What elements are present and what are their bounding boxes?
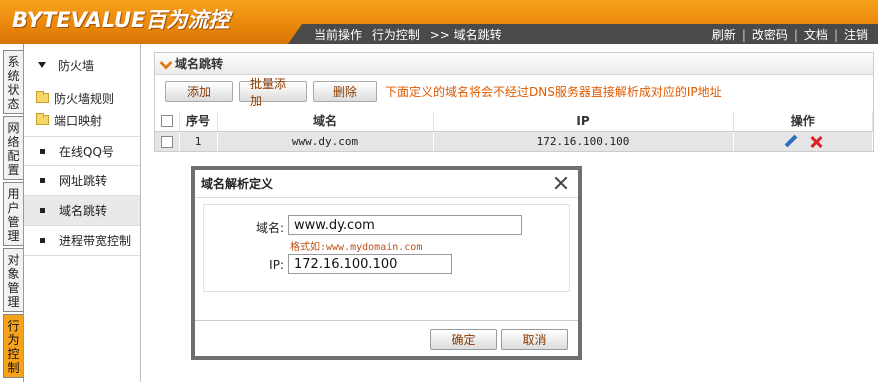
sidebar-item-label: 网址跳转 <box>59 174 108 188</box>
batch-add-button[interactable]: 批量添加 <box>239 77 307 108</box>
vtab-network-config[interactable]: 网络配置 <box>3 116 23 180</box>
vtab-object-management[interactable]: 对象管理 <box>3 248 23 312</box>
sidebar-item-domain-redirect[interactable]: 域名跳转 <box>24 196 140 226</box>
delete-button[interactable]: 删除 <box>313 81 377 102</box>
col-ip: IP <box>433 111 734 132</box>
hint-text: 下面定义的域名将会不经过DNS服务器直接解析成对应的IP地址 <box>385 85 722 99</box>
separator: | <box>833 28 838 42</box>
cell-ip: 172.16.100.100 <box>433 131 734 151</box>
change-password-link[interactable]: 改密码 <box>752 28 788 42</box>
add-button[interactable]: 添加 <box>165 81 233 102</box>
chevron-down-icon <box>38 62 46 68</box>
bullet-icon <box>40 178 45 183</box>
sidebar: 防火墙 防火墙规则 端口映射 在线QQ号 网址跳转 域名跳转 进程带宽控制 <box>24 44 141 382</box>
row-checkbox[interactable] <box>160 135 173 148</box>
docs-link[interactable]: 文档 <box>804 28 828 42</box>
format-hint: 格式如:www.mydomain.com <box>290 242 423 253</box>
breadcrumb-item[interactable]: 行为控制 <box>372 28 420 42</box>
vtab-behavior-control[interactable]: 行为控制 <box>3 314 23 378</box>
separator: | <box>741 28 746 42</box>
select-all-cell <box>155 111 180 132</box>
edit-icon[interactable] <box>784 135 797 148</box>
toolbar: 添加 批量添加 删除 下面定义的域名将会不经过DNS服务器直接解析成对应的IP地… <box>165 77 722 108</box>
panel-header: 域名跳转 <box>155 53 873 75</box>
refresh-link[interactable]: 刷新 <box>712 28 736 42</box>
table-header-row: 序号 域名 IP 操作 <box>155 111 873 132</box>
arrow-icon <box>159 56 173 69</box>
breadcrumb-item: >> 域名跳转 <box>429 28 502 42</box>
domain-label: 域名: <box>255 221 284 235</box>
sidebar-item-label: 域名跳转 <box>59 204 108 218</box>
vtab-user-management[interactable]: 用户管理 <box>3 182 23 246</box>
cell-domain: www.dy.com <box>217 131 434 151</box>
table-row: 1 www.dy.com 172.16.100.100 <box>155 131 873 151</box>
breadcrumb-item: 当前操作 <box>314 28 363 42</box>
sidebar-item-url-redirect[interactable]: 网址跳转 <box>24 166 140 196</box>
col-domain: 域名 <box>217 111 434 132</box>
row-select-cell <box>155 131 180 151</box>
domain-redirect-panel: 域名跳转 添加 批量添加 删除 下面定义的域名将会不经过DNS服务器直接解析成对… <box>154 52 874 152</box>
ip-label: IP: <box>269 258 284 272</box>
close-icon[interactable] <box>554 176 568 190</box>
sidebar-group-firewall[interactable]: 防火墙 <box>24 50 140 80</box>
logout-link[interactable]: 注销 <box>844 28 868 42</box>
cell-actions <box>733 131 873 151</box>
bullet-icon <box>40 238 45 243</box>
bullet-icon <box>40 208 45 213</box>
top-links: 刷新 | 改密码 | 文档 | 注销 <box>712 26 868 43</box>
sidebar-item-label: 进程带宽控制 <box>59 234 132 248</box>
dialog-footer: 确定 取消 <box>195 320 578 356</box>
delete-icon[interactable] <box>810 136 822 148</box>
dialog-title: 域名解析定义 <box>195 170 578 198</box>
col-actions: 操作 <box>733 111 873 132</box>
sidebar-group-label: 防火墙 <box>58 58 95 73</box>
folder-icon <box>36 91 49 103</box>
sidebar-subitem-port-mapping[interactable]: 端口映射 <box>36 110 102 130</box>
domain-input[interactable] <box>288 215 522 235</box>
breadcrumb: 当前操作 行为控制 >> 域名跳转 <box>314 26 508 43</box>
confirm-button[interactable]: 确定 <box>430 329 497 350</box>
folder-icon <box>36 113 49 125</box>
top-header: BYTEVALUE百为流控 当前操作 行为控制 >> 域名跳转 刷新 | 改密码 | 文… <box>0 0 878 44</box>
sidebar-item-online-qq[interactable]: 在线QQ号 <box>24 136 140 166</box>
sidebar-subitem-label: 防火墙规则 <box>54 91 115 106</box>
domain-resolve-dialog: 域名解析定义 域名: 格式如:www.mydomain.com IP: 确定 取… <box>191 166 582 360</box>
domain-table: 序号 域名 IP 操作 1 www.dy.com 172.16.100.100 <box>155 111 873 151</box>
ip-input[interactable] <box>288 254 452 274</box>
dialog-form: 域名: 格式如:www.mydomain.com IP: <box>203 204 570 292</box>
cancel-button[interactable]: 取消 <box>501 329 568 350</box>
select-all-checkbox[interactable] <box>160 115 173 128</box>
app-window: BYTEVALUE百为流控 当前操作 行为控制 >> 域名跳转 刷新 | 改密码 | 文… <box>0 0 878 382</box>
panel-title: 域名跳转 <box>175 57 224 71</box>
col-index: 序号 <box>179 111 218 132</box>
nav-slant <box>288 24 302 44</box>
vertical-tabs: 系统状态 网络配置 用户管理 对象管理 行为控制 <box>0 44 24 382</box>
bullet-icon <box>40 148 45 154</box>
nav-bar: 当前操作 行为控制 >> 域名跳转 刷新 | 改密码 | 文档 | 注销 <box>0 24 878 44</box>
sidebar-subitem-label: 端口映射 <box>54 113 103 128</box>
separator: | <box>793 28 798 42</box>
vtab-system-status[interactable]: 系统状态 <box>3 50 23 114</box>
sidebar-subitem-firewall-rules[interactable]: 防火墙规则 <box>36 88 114 108</box>
sidebar-item-process-bandwidth[interactable]: 进程带宽控制 <box>24 226 140 256</box>
cell-index: 1 <box>179 131 218 151</box>
sidebar-item-label: 在线QQ号 <box>59 144 114 159</box>
